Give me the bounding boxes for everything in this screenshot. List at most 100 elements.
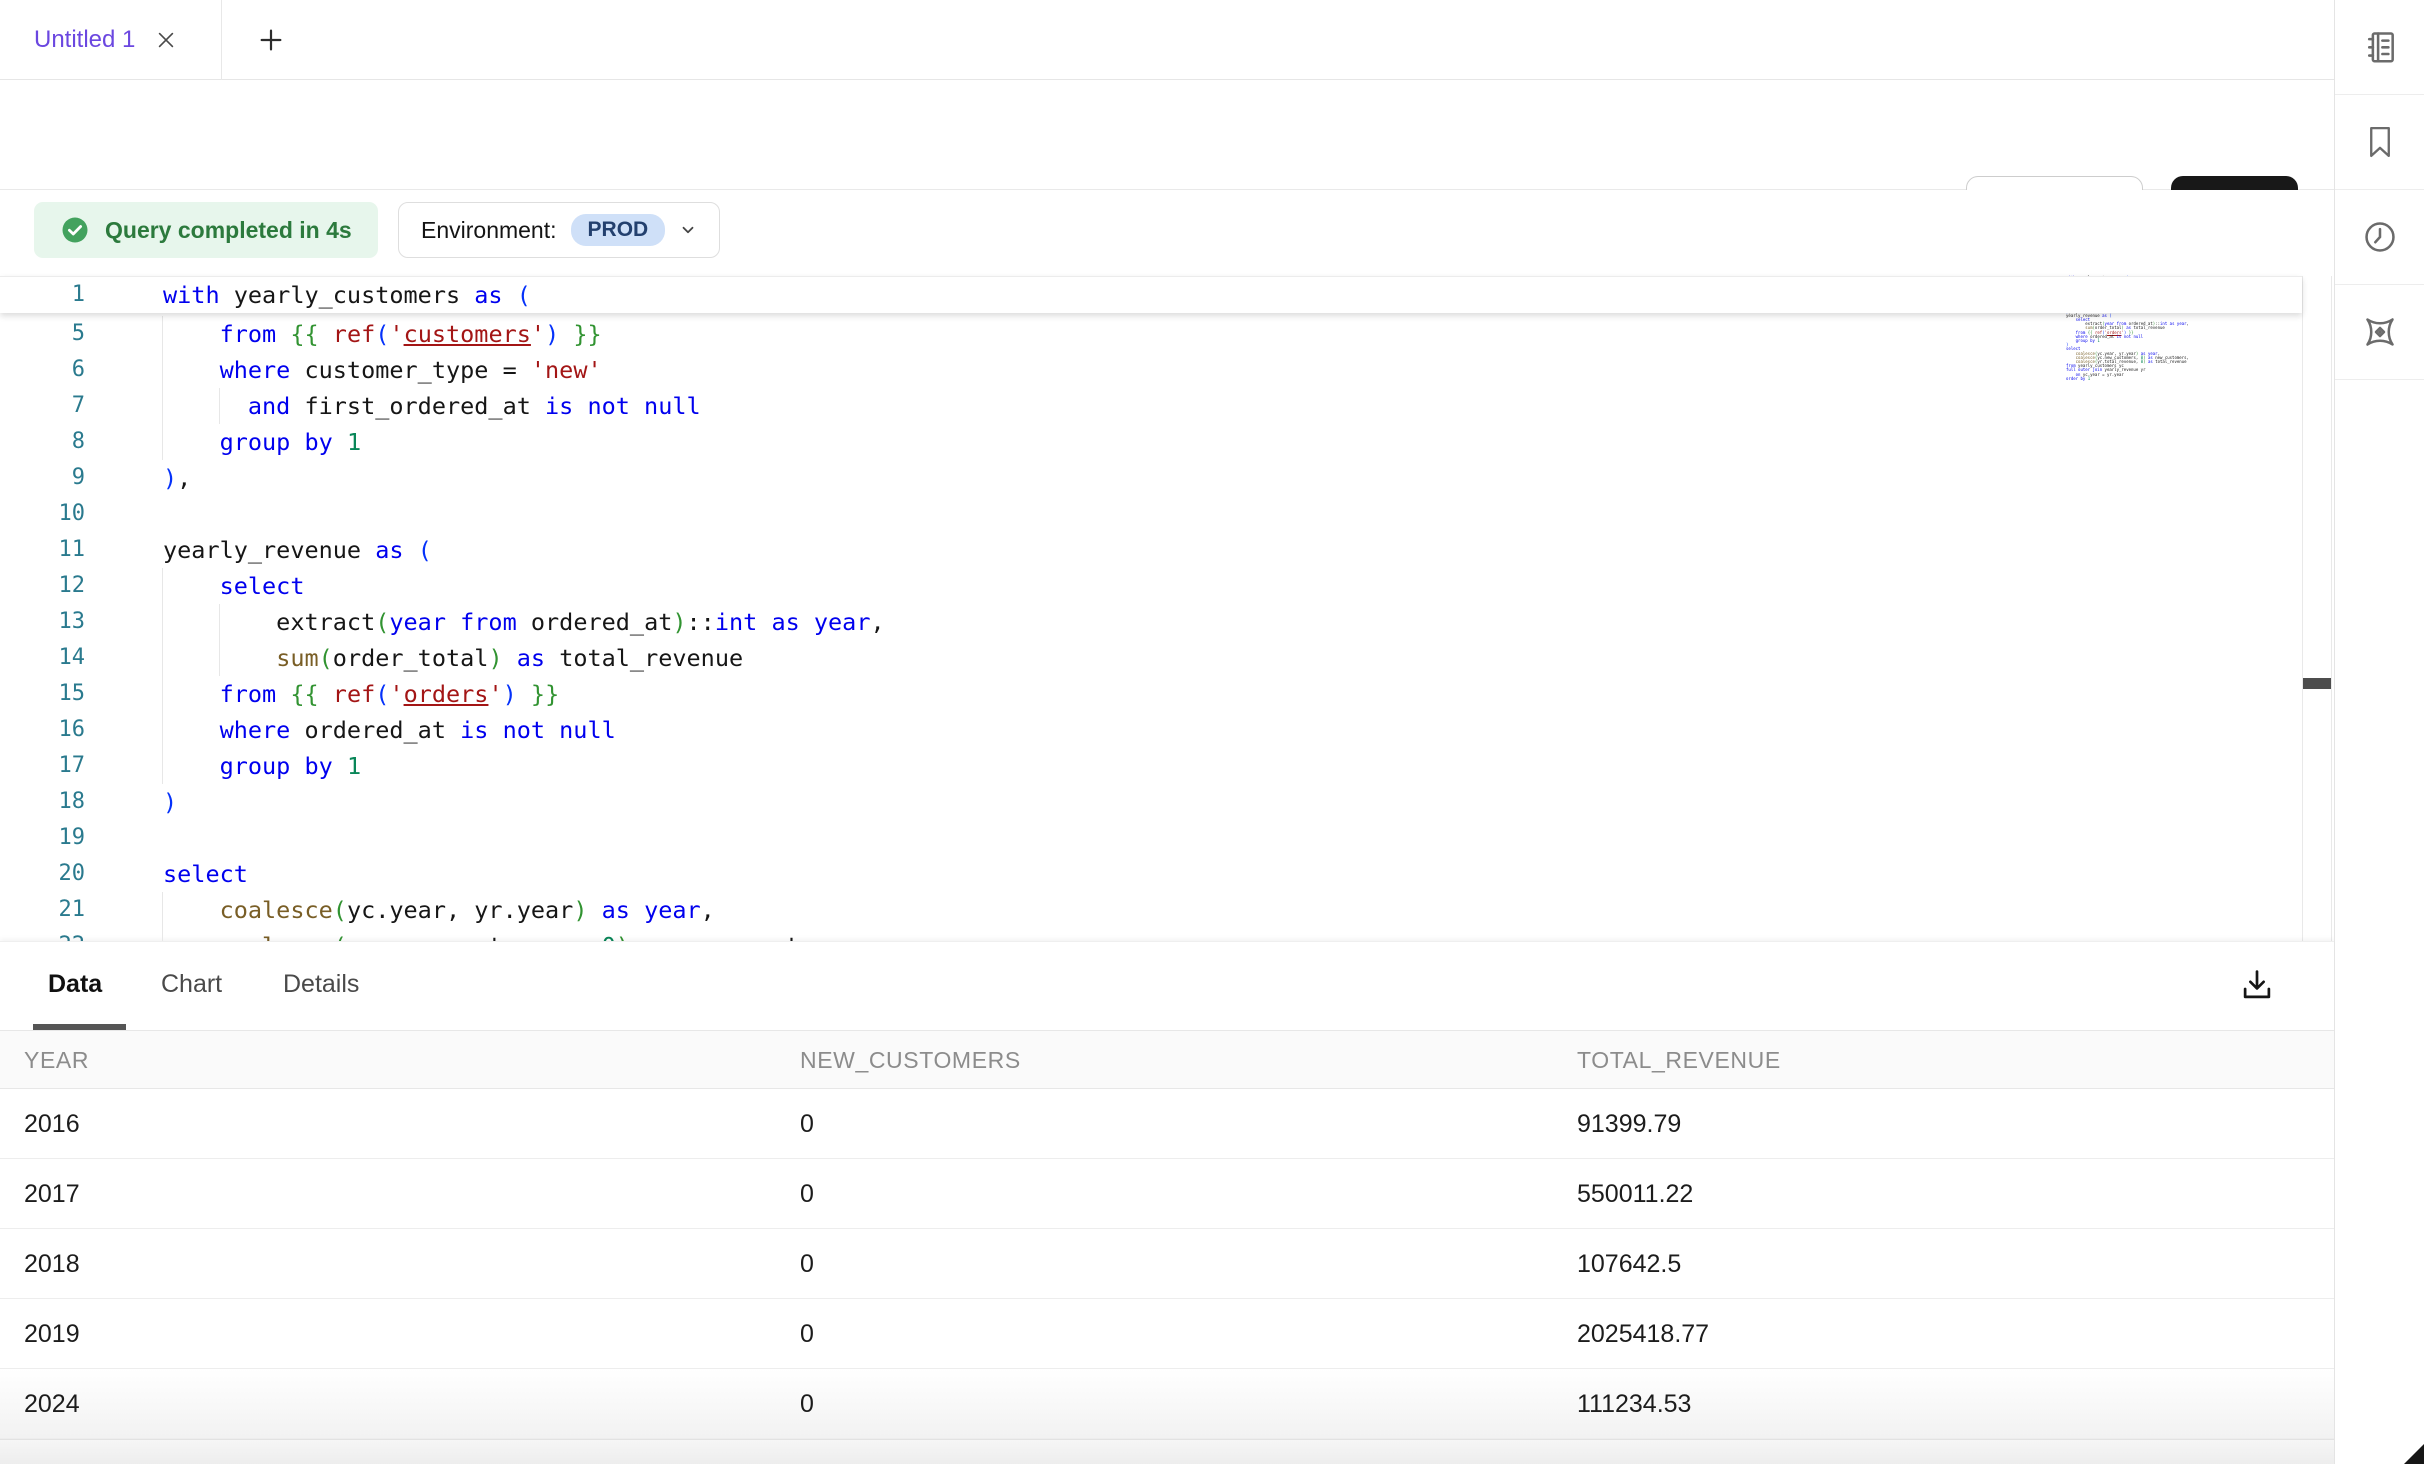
column-header-new-customers: NEW_CUSTOMERS: [800, 1031, 1021, 1089]
table-cell: 91399.79: [1577, 1089, 1681, 1159]
table-cell: 0: [800, 1369, 814, 1439]
table-row: 2016 0 91399.79: [0, 1089, 2334, 1159]
table-cell: 2016: [24, 1089, 80, 1159]
scrollbar-thumb[interactable]: [2303, 678, 2331, 689]
table-body: 2016091399.7920170550011.2220180107642.5…: [0, 1089, 2334, 1439]
code-line: 12 select: [0, 568, 2302, 604]
table-row: 20240111234.53: [0, 1369, 2334, 1439]
code-line: 19: [0, 820, 2302, 856]
table-cell: 2025418.77: [1577, 1299, 1709, 1369]
code-line: 22 coalesce(yc.new_customers, 0) as new_…: [0, 928, 2302, 941]
table-cell: 107642.5: [1577, 1229, 1681, 1299]
table-cell: 2017: [24, 1159, 80, 1229]
sidebar-item-history[interactable]: [2335, 190, 2424, 285]
close-tab-icon[interactable]: [155, 29, 177, 51]
column-header-year: YEAR: [24, 1031, 89, 1089]
table-cell: 2019: [24, 1299, 80, 1369]
sidebar-item-explore[interactable]: [2335, 285, 2424, 380]
notebook-icon: [2361, 28, 2399, 66]
minimap-line: order by 1: [2066, 377, 2276, 381]
tab-chart[interactable]: Chart: [161, 970, 222, 999]
line-number: 20: [0, 856, 106, 892]
column-header-total-revenue: TOTAL_REVENUE: [1577, 1031, 1781, 1089]
line-number: 11: [0, 532, 106, 568]
line-number: 9: [0, 460, 106, 496]
table-cell: 550011.22: [1577, 1159, 1693, 1229]
line-number: 7: [0, 388, 106, 424]
editor-scrollbar[interactable]: [2302, 276, 2332, 941]
code-line: 15 from {{ ref('orders') }}: [0, 676, 2302, 712]
tab-data[interactable]: Data: [48, 970, 102, 999]
app-window: Untitled 1 Develop: [0, 0, 2424, 1464]
table-cell: 0: [800, 1299, 814, 1369]
tab-details[interactable]: Details: [283, 970, 359, 999]
code-line: 14 sum(order_total) as total_revenue: [0, 640, 2302, 676]
code-line: 17 group by 1: [0, 748, 2302, 784]
history-clock-icon: [2361, 218, 2399, 256]
code-line: 20select: [0, 856, 2302, 892]
line-number: 14: [0, 640, 106, 676]
plus-icon: [257, 26, 285, 54]
environment-value-badge: PROD: [571, 214, 666, 246]
bookmark-icon: [2362, 123, 2398, 161]
indent-guide: [162, 892, 163, 941]
editor-toolbar: Develop Run: [0, 80, 2334, 190]
line-number: 5: [0, 316, 106, 352]
tab-untitled-1[interactable]: Untitled 1: [0, 0, 221, 80]
code-line: 18): [0, 784, 2302, 820]
query-status-pill: Query completed in 4s: [34, 202, 378, 258]
code-line: 13 extract(year from ordered_at)::int as…: [0, 604, 2302, 640]
code-area[interactable]: 5 from {{ ref('customers') }}6 where cus…: [0, 316, 2302, 941]
line-number: 15: [0, 676, 106, 712]
code-line: 10: [0, 496, 2302, 532]
table-row: 2017 0 550011.22: [0, 1159, 2334, 1229]
sidebar-item-bookmarks[interactable]: [2335, 95, 2424, 190]
indent-guide: [162, 316, 163, 460]
tab-label: Untitled 1: [34, 26, 135, 54]
indent-guide: [219, 604, 220, 676]
line-number: 22: [0, 928, 106, 941]
code-line: 6 where customer_type = 'new': [0, 352, 2302, 388]
sidebar-item-notebook[interactable]: [2335, 0, 2424, 95]
code-line: 21 coalesce(yc.year, yr.year) as year,: [0, 892, 2302, 928]
code-line: 11yearly_revenue as (: [0, 532, 2302, 568]
table-header: YEAR NEW_CUSTOMERS TOTAL_REVENUE: [0, 1031, 2334, 1089]
indent-guide: [162, 568, 163, 784]
table-cell: 0: [800, 1089, 814, 1159]
horizontal-scrollbar[interactable]: [0, 1439, 2334, 1464]
environment-selector[interactable]: Environment: PROD: [398, 202, 720, 258]
download-icon: [2238, 966, 2284, 1004]
line-number: 6: [0, 352, 106, 388]
line-number: 17: [0, 748, 106, 784]
check-circle-icon: [60, 215, 90, 245]
download-button[interactable]: [2238, 962, 2284, 1008]
code-line: 7 and first_ordered_at is not null: [0, 388, 2302, 424]
line-number: 1: [0, 277, 106, 313]
sql-editor[interactable]: Query completed in 4s Environment: PROD …: [0, 190, 2334, 941]
results-tabbar: Data Chart Details: [0, 942, 2334, 1031]
chevron-down-icon: [679, 221, 697, 239]
indent-guide: [219, 388, 220, 424]
sticky-scroll-line: 1with yearly_customers as (: [0, 276, 2302, 313]
code-line: 1with yearly_customers as (: [0, 277, 2302, 313]
line-number: 10: [0, 496, 106, 532]
tab-bar: Untitled 1: [0, 0, 2334, 80]
line-number: 16: [0, 712, 106, 748]
code-line: 9),: [0, 460, 2302, 496]
query-status-text: Query completed in 4s: [105, 217, 352, 244]
table-cell: 111234.53: [1577, 1369, 1691, 1439]
line-number: 12: [0, 568, 106, 604]
line-number: 21: [0, 892, 106, 928]
code-line: 16 where ordered_at is not null: [0, 712, 2302, 748]
line-number: 13: [0, 604, 106, 640]
line-number: 18: [0, 784, 106, 820]
new-tab-button[interactable]: [240, 0, 302, 80]
results-panel: Data Chart Details YEAR NEW_CUSTOMERS TO…: [0, 941, 2334, 1464]
table-row: 2019 0 2025418.77: [0, 1299, 2334, 1369]
environment-label: Environment:: [421, 217, 557, 244]
line-number: 8: [0, 424, 106, 460]
resize-handle[interactable]: [2404, 1444, 2424, 1464]
table-cell: 0: [800, 1159, 814, 1229]
tab-separator: [221, 0, 222, 80]
active-tab-indicator: [33, 1024, 126, 1030]
